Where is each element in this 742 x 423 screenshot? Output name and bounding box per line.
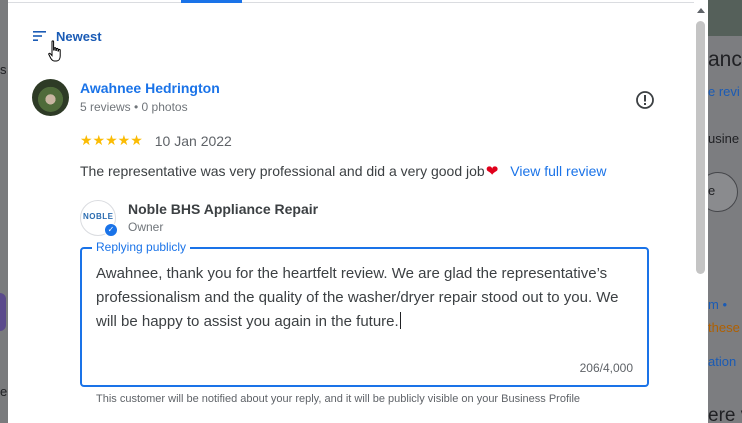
background-map-image xyxy=(708,0,742,36)
owner-logo: NOBLE ✓ xyxy=(80,200,118,237)
sort-icon xyxy=(33,31,46,41)
reply-notice: This customer will be notified about you… xyxy=(96,393,581,405)
owner-role: Owner xyxy=(128,220,164,234)
review-text: The representative was very professional… xyxy=(80,163,485,179)
reply-text[interactable]: Awahnee, thank you for the heartfelt rev… xyxy=(96,262,641,334)
background-text-fragment: anc xyxy=(708,48,742,71)
background-text-fragment: ere vi xyxy=(708,405,742,423)
review-text-row: The representative was very professional… xyxy=(80,162,607,180)
background-text-fragment: s xyxy=(0,62,7,77)
reviewer-meta: 5 reviews • 0 photos xyxy=(80,100,188,114)
active-tab-indicator xyxy=(181,0,242,3)
reviews-dialog: Newest Awahnee Hedrington 5 reviews • 0 … xyxy=(8,0,708,423)
tab-divider xyxy=(8,2,694,3)
background-text-fragment: e xyxy=(0,384,8,399)
reply-field-label: Replying publicly xyxy=(92,240,191,254)
owner-name: Noble BHS Appliance Repair xyxy=(128,201,319,217)
rating-row: ★★★★★ 10 Jan 2022 xyxy=(80,132,232,149)
heart-emoji-icon: ❤ xyxy=(485,163,499,180)
scrollbar-thumb[interactable] xyxy=(696,21,705,274)
reply-text-content: Awahnee, thank you for the heartfelt rev… xyxy=(96,265,619,330)
hand-cursor-icon xyxy=(48,40,61,62)
view-full-review-link[interactable]: View full review xyxy=(510,163,606,179)
review-date: 10 Jan 2022 xyxy=(154,132,232,149)
scrollbar[interactable] xyxy=(695,6,707,423)
background-text-fragment: e revi xyxy=(708,84,740,99)
text-caret xyxy=(399,312,401,329)
character-counter: 206/4,000 xyxy=(579,361,633,375)
scroll-up-arrow-icon[interactable] xyxy=(697,8,705,13)
report-icon[interactable] xyxy=(635,90,655,110)
background-text-fragment: m • xyxy=(708,297,727,312)
star-rating: ★★★★★ xyxy=(80,132,143,148)
background-text-fragment: ation xyxy=(708,354,737,369)
background-text-fragment: e xyxy=(708,183,716,198)
verified-check-icon: ✓ xyxy=(104,223,118,237)
background-left-overlay: s e xyxy=(0,0,8,423)
owner-logo-text: NOBLE xyxy=(83,212,114,221)
background-text-fragment: these xyxy=(708,320,740,335)
background-avatar-fragment xyxy=(0,293,6,331)
background-text-fragment: usine xyxy=(708,131,740,146)
reviewer-avatar[interactable] xyxy=(32,79,69,116)
sort-button[interactable]: Newest xyxy=(32,28,102,44)
reviewer-name-link[interactable]: Awahnee Hedrington xyxy=(80,80,220,96)
background-right-overlay: anc e revi usine e m • these ation ere v… xyxy=(708,0,742,423)
